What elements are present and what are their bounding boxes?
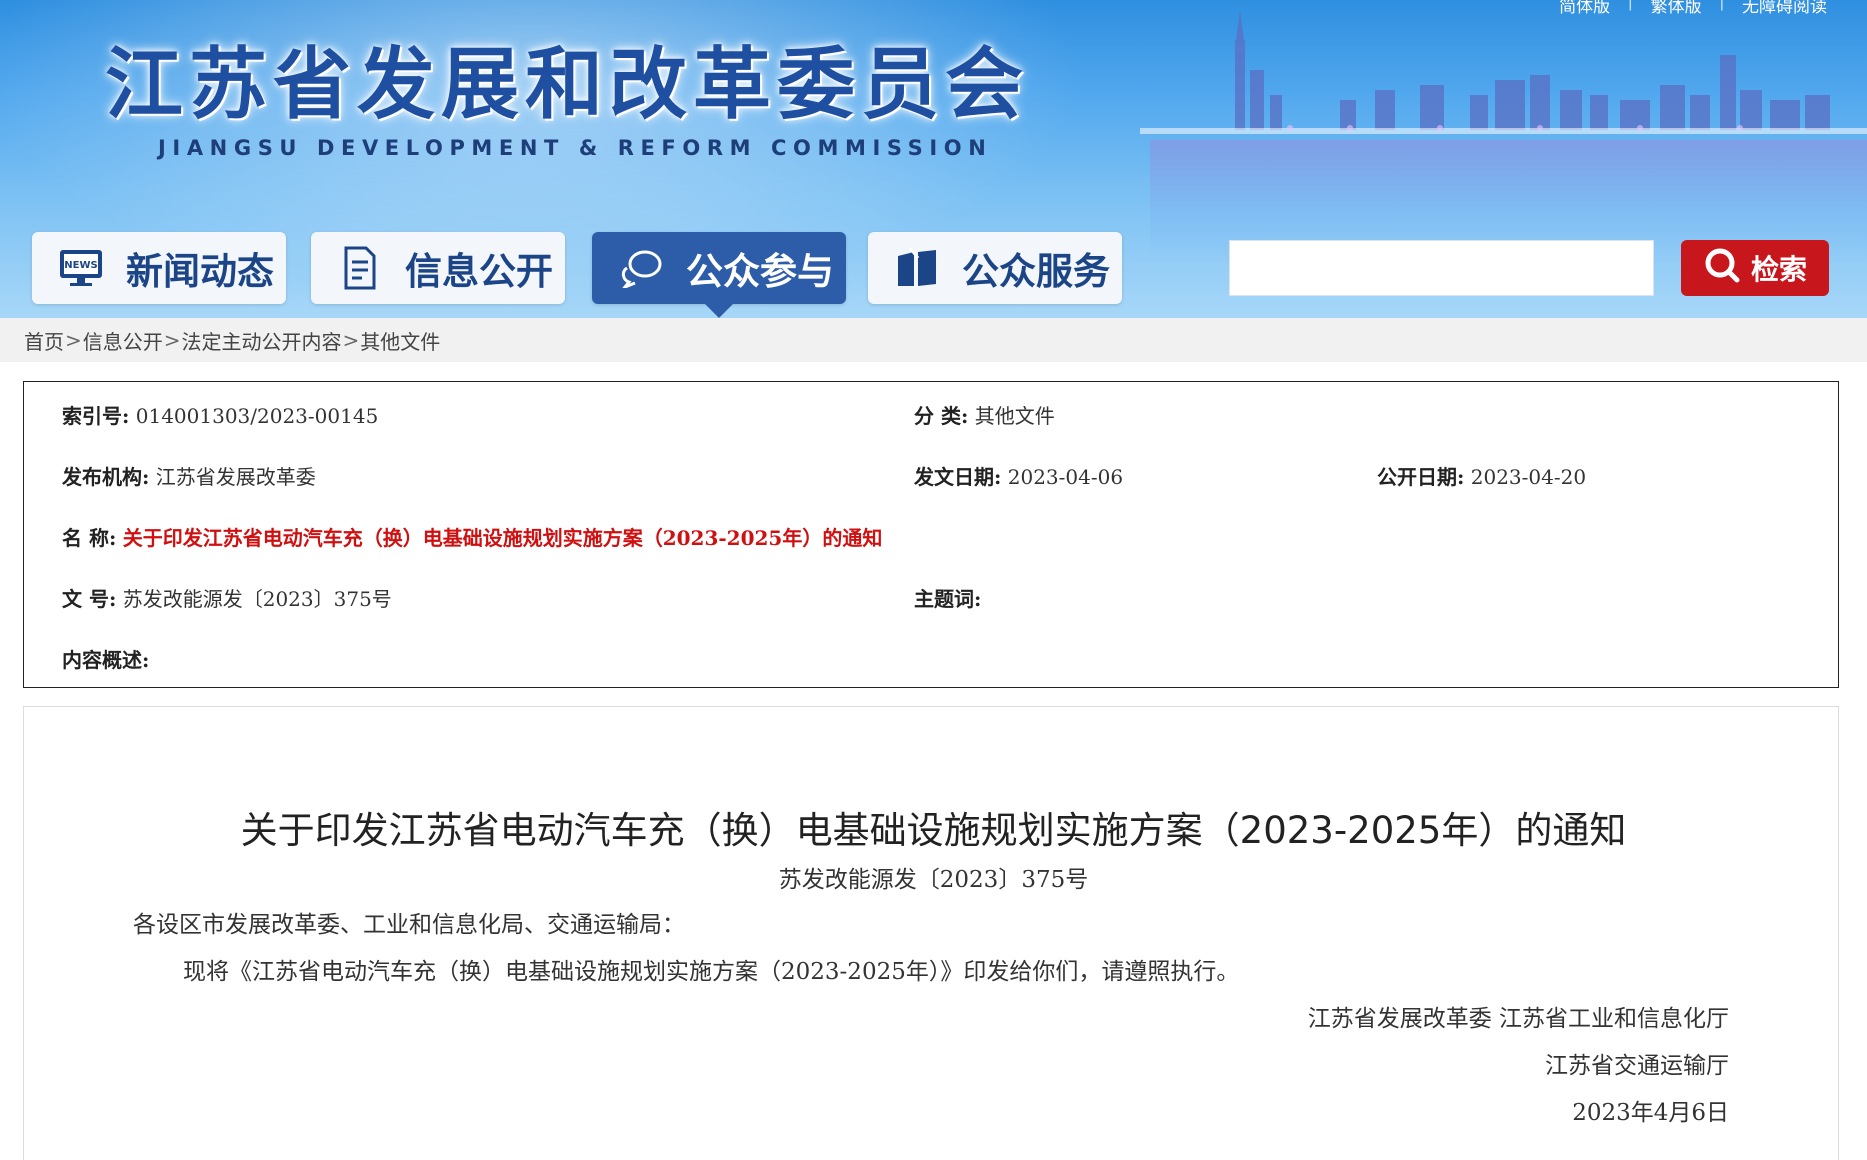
nav-public-participation[interactable]: 公众参与	[592, 232, 846, 318]
simplified-chinese-link[interactable]: 简体版	[1559, 0, 1610, 17]
meta-keywords: 主题词:	[914, 583, 981, 612]
meta-row-index: 索引号: 014001303/2023-00145 分 类: 其他文件	[24, 400, 1838, 430]
document-body: 现将《江苏省电动汽车充（换）电基础设施规划实施方案（2023-2025年）》印发…	[183, 959, 1240, 985]
meta-name-value: 关于印发江苏省电动汽车充（换）电基础设施规划实施方案（2023-2025年）的通…	[122, 526, 883, 550]
document-signer-transport: 江苏省交通运输厅	[1545, 1053, 1729, 1079]
traditional-chinese-link[interactable]: 繁体版	[1651, 0, 1702, 17]
breadcrumb-home[interactable]: 首页	[24, 326, 64, 355]
meta-public-date-value: 2023-04-20	[1470, 465, 1587, 489]
meta-docno-label: 文 号:	[62, 587, 117, 611]
link-separator: |	[1719, 0, 1724, 11]
meta-keywords-label: 主题词:	[914, 587, 982, 611]
top-links: 简体版 | 繁体版 | 无障碍阅读	[1559, 0, 1827, 17]
meta-publisher-value: 江苏省发展改革委	[155, 465, 316, 489]
breadcrumb-separator: >	[65, 328, 82, 352]
search-input[interactable]	[1229, 240, 1654, 296]
svg-text:NEWS: NEWS	[64, 260, 97, 271]
nav-news-label: 新闻动态	[126, 250, 274, 293]
meta-row-docno: 文 号: 苏发改能源发〔2023〕375号 主题词:	[24, 583, 1838, 613]
document-title: 关于印发江苏省电动汽车充（换）电基础设施规划实施方案（2023-2025年）的通…	[240, 809, 1627, 852]
breadcrumb-other-files[interactable]: 其他文件	[360, 326, 440, 355]
breadcrumb-statutory-content[interactable]: 法定主动公开内容	[182, 326, 342, 355]
meta-issue-date-label: 发文日期:	[914, 465, 1002, 489]
meta-index-label: 索引号:	[62, 404, 130, 428]
meta-public-date: 公开日期: 2023-04-20	[1377, 461, 1586, 490]
meta-issue-date: 发文日期: 2023-04-06	[914, 461, 1123, 490]
meta-publisher: 发布机构: 江苏省发展改革委	[62, 461, 316, 490]
meta-docno: 文 号: 苏发改能源发〔2023〕375号	[62, 583, 392, 612]
search-button[interactable]: 检索	[1681, 240, 1829, 296]
nav-public-service[interactable]: 公众服务	[868, 232, 1122, 304]
meta-index: 索引号: 014001303/2023-00145	[62, 400, 378, 429]
chat-bubble-icon	[618, 245, 664, 291]
meta-name: 名 称: 关于印发江苏省电动汽车充（换）电基础设施规划实施方案（2023-202…	[62, 522, 882, 551]
nav-public-service-label: 公众服务	[962, 250, 1110, 293]
news-monitor-icon: NEWS	[58, 245, 104, 291]
meta-name-label: 名 称:	[62, 526, 117, 550]
accessibility-link[interactable]: 无障碍阅读	[1742, 0, 1827, 17]
nav-news[interactable]: NEWS 新闻动态	[32, 232, 286, 304]
meta-category-value: 其他文件	[974, 404, 1055, 428]
meta-row-summary: 内容概述:	[24, 644, 1838, 674]
meta-category: 分 类: 其他文件	[914, 400, 1055, 429]
meta-summary: 内容概述:	[62, 644, 149, 673]
document-icon	[337, 245, 383, 291]
meta-public-date-label: 公开日期:	[1377, 465, 1465, 489]
meta-publisher-label: 发布机构:	[62, 465, 150, 489]
site-title: 江苏省发展和改革委员会	[105, 40, 1030, 130]
document-signers: 江苏省发展改革委 江苏省工业和信息化厅	[1307, 1006, 1729, 1032]
document-salutation: 各设区市发展改革委、工业和信息化局、交通运输局：	[133, 912, 685, 938]
meta-summary-label: 内容概述:	[62, 648, 150, 672]
meta-row-name: 名 称: 关于印发江苏省电动汽车充（换）电基础设施规划实施方案（2023-202…	[24, 522, 1838, 552]
nav-public-participation-label: 公众参与	[686, 250, 834, 293]
book-icon	[894, 245, 940, 291]
search-button-label: 检索	[1750, 253, 1807, 286]
breadcrumb: 首页 > 信息公开 > 法定主动公开内容 > 其他文件	[0, 318, 1867, 362]
city-skyline-image	[1140, 10, 1867, 134]
link-separator: |	[1628, 0, 1633, 11]
nav-info-disclosure-label: 信息公开	[405, 250, 553, 293]
document-date: 2023年4月6日	[1572, 1100, 1729, 1126]
meta-category-label: 分 类:	[914, 404, 969, 428]
breadcrumb-info-disclosure[interactable]: 信息公开	[83, 326, 163, 355]
meta-issue-date-value: 2023-04-06	[1007, 465, 1124, 489]
meta-index-value: 014001303/2023-00145	[135, 404, 379, 428]
site-subtitle: JIANGSU DEVELOPMENT & REFORM COMMISSION	[158, 136, 993, 160]
breadcrumb-separator: >	[342, 328, 360, 352]
breadcrumb-separator: >	[163, 328, 181, 352]
site-header: 简体版 | 繁体版 | 无障碍阅读 江苏省发展和改革委员会 JIANGSU DE…	[0, 0, 1867, 318]
meta-docno-value: 苏发改能源发〔2023〕375号	[122, 587, 392, 611]
nav-info-disclosure[interactable]: 信息公开	[311, 232, 565, 304]
meta-row-publisher: 发布机构: 江苏省发展改革委 发文日期: 2023-04-06 公开日期: 20…	[24, 461, 1838, 491]
search-icon	[1703, 246, 1741, 291]
document-metadata-box: 索引号: 014001303/2023-00145 分 类: 其他文件 发布机构…	[23, 381, 1839, 688]
document-number: 苏发改能源发〔2023〕375号	[778, 867, 1089, 893]
